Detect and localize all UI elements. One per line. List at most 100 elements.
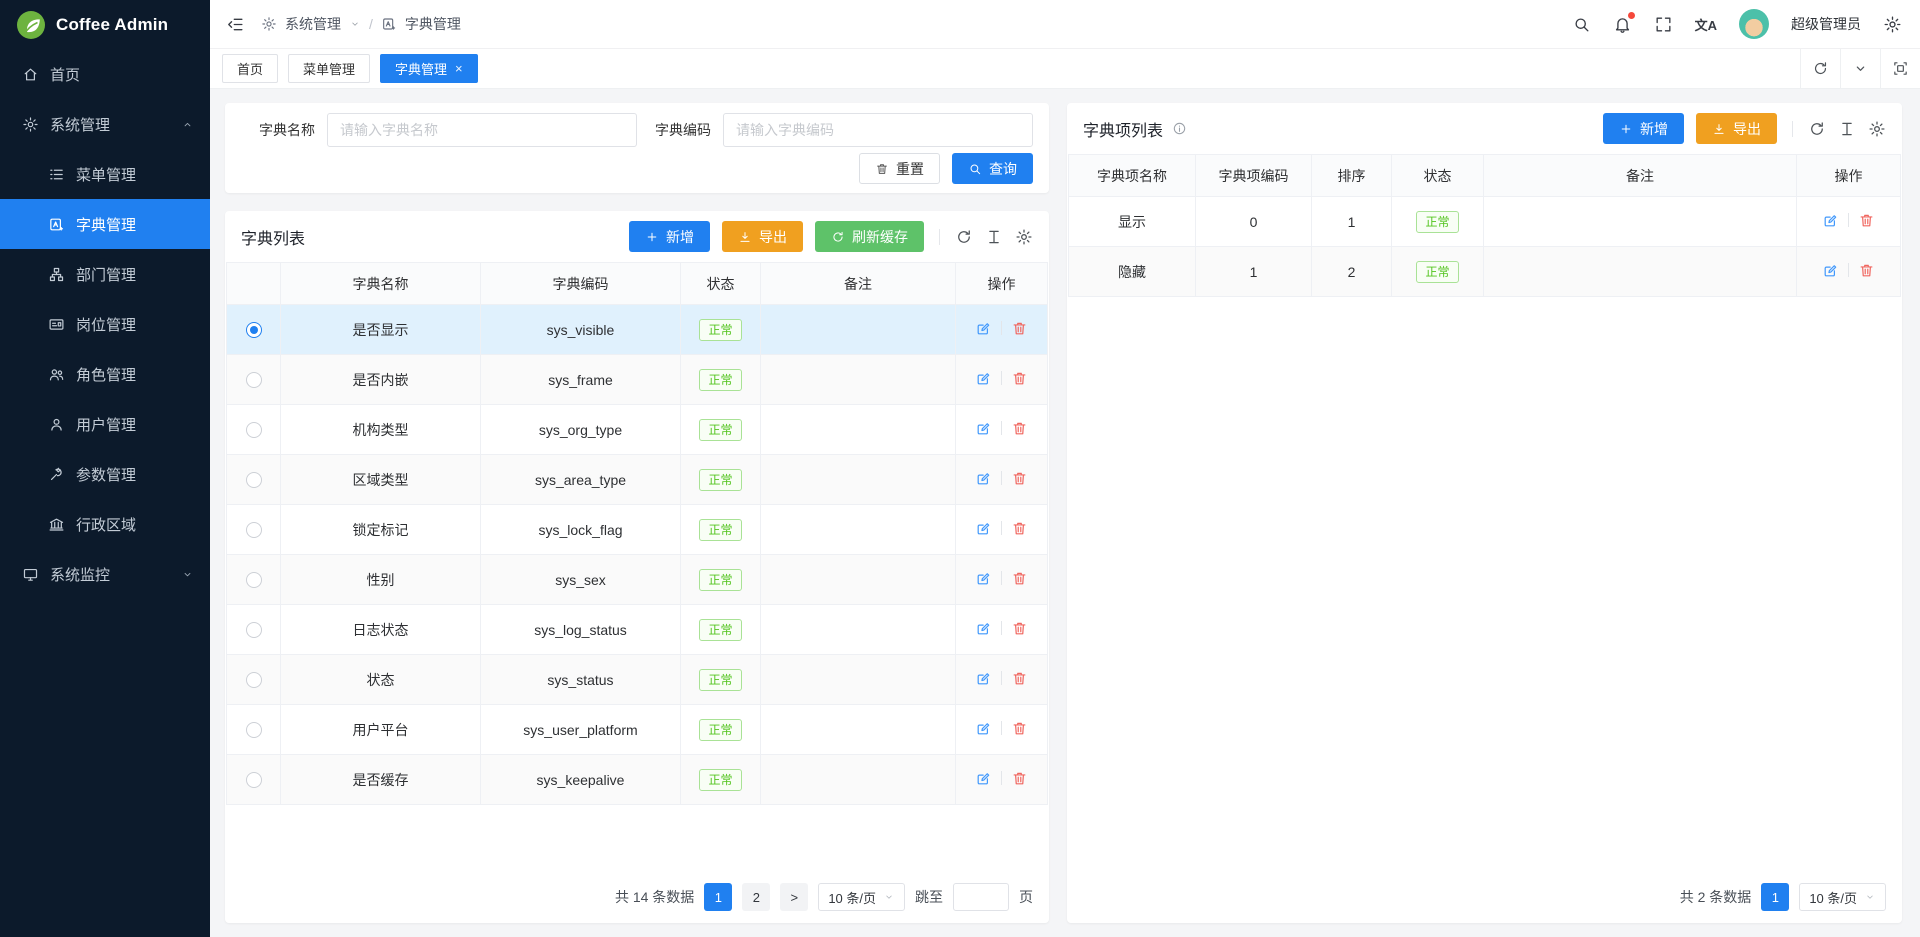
refresh-table-icon[interactable]	[1808, 120, 1826, 138]
export-dict-item-button[interactable]: 导出	[1696, 113, 1777, 144]
sidebar-item-menu-management[interactable]: 菜单管理	[0, 149, 210, 199]
row-radio[interactable]	[246, 572, 262, 588]
row-height-icon[interactable]	[1838, 120, 1856, 138]
sidebar-item-user-management[interactable]: 用户管理	[0, 399, 210, 449]
row-radio[interactable]	[246, 372, 262, 388]
table-row[interactable]: 用户平台 sys_user_platform 正常	[227, 705, 1048, 755]
refresh-cache-button[interactable]: 刷新缓存	[815, 221, 924, 252]
edit-icon[interactable]	[975, 570, 992, 587]
search-icon[interactable]	[1572, 15, 1591, 34]
delete-icon[interactable]	[1011, 420, 1028, 437]
tab-dict-management[interactable]: 字典管理 ×	[380, 54, 478, 83]
sidebar-item-home[interactable]: 首页	[0, 49, 210, 99]
delete-icon[interactable]	[1858, 262, 1875, 279]
edit-icon[interactable]	[975, 770, 992, 787]
collapse-sidebar-icon[interactable]	[226, 15, 245, 34]
delete-icon[interactable]	[1011, 620, 1028, 637]
table-row[interactable]: 显示 0 1 正常	[1069, 197, 1901, 247]
close-icon[interactable]: ×	[455, 62, 463, 75]
remark-cell	[761, 605, 956, 655]
table-row[interactable]: 是否内嵌 sys_frame 正常	[227, 355, 1048, 405]
row-height-icon[interactable]	[985, 228, 1003, 246]
tab-options-button[interactable]	[1840, 49, 1880, 88]
table-row[interactable]: 区域类型 sys_area_type 正常	[227, 455, 1048, 505]
table-row[interactable]: 是否缓存 sys_keepalive 正常	[227, 755, 1048, 805]
page-button-1[interactable]: 1	[1761, 883, 1789, 911]
content-fullscreen-button[interactable]	[1880, 49, 1920, 88]
table-row[interactable]: 是否显示 sys_visible 正常	[227, 305, 1048, 355]
page-size-select[interactable]: 10 条/页	[818, 883, 905, 911]
edit-icon[interactable]	[1822, 212, 1839, 229]
sidebar-item-system-management[interactable]: 系统管理	[0, 99, 210, 149]
sidebar-item-system-monitor[interactable]: 系统监控	[0, 549, 210, 599]
fullscreen-icon[interactable]	[1654, 15, 1673, 34]
table-row[interactable]: 机构类型 sys_org_type 正常	[227, 405, 1048, 455]
sidebar-item-role-management[interactable]: 角色管理	[0, 349, 210, 399]
row-radio[interactable]	[246, 322, 262, 338]
column-settings-gear-icon[interactable]	[1868, 120, 1886, 138]
delete-icon[interactable]	[1011, 720, 1028, 737]
next-page-button[interactable]: >	[780, 883, 808, 911]
add-dict-button[interactable]: 新增	[629, 221, 710, 252]
page-button-2[interactable]: 2	[742, 883, 770, 911]
row-radio[interactable]	[246, 422, 262, 438]
username[interactable]: 超级管理员	[1791, 14, 1861, 34]
delete-icon[interactable]	[1011, 370, 1028, 387]
edit-icon[interactable]	[975, 320, 992, 337]
translate-icon[interactable]: 文A	[1695, 15, 1717, 34]
notifications-button[interactable]	[1613, 15, 1632, 34]
delete-icon[interactable]	[1011, 570, 1028, 587]
delete-icon[interactable]	[1011, 670, 1028, 687]
dict-code-cell: sys_log_status	[481, 605, 681, 655]
edit-icon[interactable]	[975, 620, 992, 637]
sidebar-item-post-management[interactable]: 岗位管理	[0, 299, 210, 349]
table-row[interactable]: 日志状态 sys_log_status 正常	[227, 605, 1048, 655]
delete-icon[interactable]	[1011, 320, 1028, 337]
avatar[interactable]	[1739, 9, 1769, 39]
row-radio[interactable]	[246, 772, 262, 788]
tab-home[interactable]: 首页	[222, 54, 278, 83]
row-radio[interactable]	[246, 672, 262, 688]
chevron-down-icon[interactable]	[349, 18, 361, 30]
settings-gear-icon[interactable]	[1883, 15, 1902, 34]
table-row[interactable]: 性别 sys_sex 正常	[227, 555, 1048, 605]
breadcrumb-current[interactable]: 字典管理	[405, 14, 461, 34]
table-row[interactable]: 隐藏 1 2 正常	[1069, 247, 1901, 297]
refresh-page-button[interactable]	[1800, 49, 1840, 88]
export-dict-button[interactable]: 导出	[722, 221, 803, 252]
row-radio[interactable]	[246, 472, 262, 488]
dict-name-input[interactable]	[327, 113, 637, 147]
table-row[interactable]: 锁定标记 sys_lock_flag 正常	[227, 505, 1048, 555]
sidebar-item-region[interactable]: 行政区域	[0, 499, 210, 549]
delete-icon[interactable]	[1011, 520, 1028, 537]
row-radio[interactable]	[246, 622, 262, 638]
edit-icon[interactable]	[975, 370, 992, 387]
add-dict-item-button[interactable]: 新增	[1603, 113, 1684, 144]
table-row[interactable]: 状态 sys_status 正常	[227, 655, 1048, 705]
edit-icon[interactable]	[975, 420, 992, 437]
breadcrumb-parent[interactable]: 系统管理	[285, 14, 341, 34]
row-radio[interactable]	[246, 522, 262, 538]
page-button-1[interactable]: 1	[704, 883, 732, 911]
sidebar-item-param-management[interactable]: 参数管理	[0, 449, 210, 499]
tab-menu-management[interactable]: 菜单管理	[288, 54, 370, 83]
jump-page-input[interactable]	[953, 883, 1009, 911]
edit-icon[interactable]	[975, 470, 992, 487]
delete-icon[interactable]	[1011, 470, 1028, 487]
dict-code-input[interactable]	[723, 113, 1033, 147]
edit-icon[interactable]	[975, 670, 992, 687]
query-button[interactable]: 查询	[952, 153, 1033, 184]
delete-icon[interactable]	[1858, 212, 1875, 229]
column-header: 操作	[1797, 155, 1901, 197]
column-settings-gear-icon[interactable]	[1015, 228, 1033, 246]
refresh-table-icon[interactable]	[955, 228, 973, 246]
edit-icon[interactable]	[975, 520, 992, 537]
row-radio[interactable]	[246, 722, 262, 738]
page-size-select[interactable]: 10 条/页	[1799, 883, 1886, 911]
sidebar-item-dict-management[interactable]: 字典管理	[0, 199, 210, 249]
reset-button[interactable]: 重置	[859, 153, 940, 184]
edit-icon[interactable]	[975, 720, 992, 737]
delete-icon[interactable]	[1011, 770, 1028, 787]
edit-icon[interactable]	[1822, 262, 1839, 279]
sidebar-item-dept-management[interactable]: 部门管理	[0, 249, 210, 299]
